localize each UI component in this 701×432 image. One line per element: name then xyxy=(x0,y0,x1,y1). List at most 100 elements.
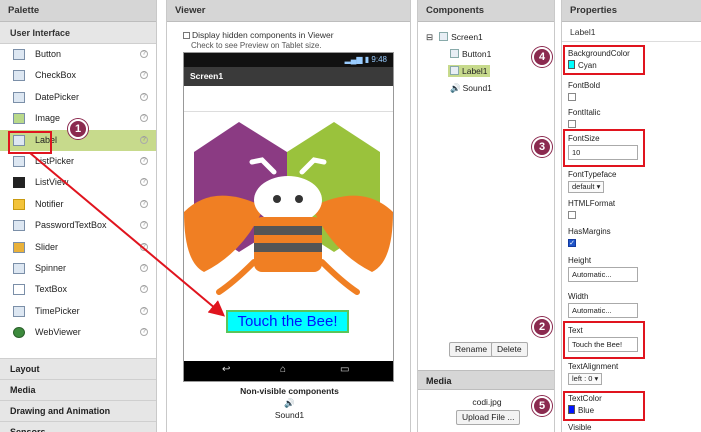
category-sensors[interactable]: Sensors xyxy=(0,421,156,432)
speaker-icon[interactable]: 🔊 xyxy=(167,398,410,409)
palette-item-spinner[interactable]: Spinner? xyxy=(0,258,156,279)
has-margins-checkbox[interactable]: ✓ xyxy=(568,239,576,247)
help-icon[interactable]: ? xyxy=(140,199,148,208)
prop-label: Visible xyxy=(568,423,592,432)
palette-item-slider[interactable]: Slider? xyxy=(0,237,156,258)
speaker-icon: 🔊 xyxy=(450,83,461,93)
media-header: Media xyxy=(418,370,554,390)
help-icon[interactable]: ? xyxy=(140,92,148,101)
html-format-checkbox[interactable] xyxy=(568,211,576,219)
upload-file-button[interactable]: Upload File ... xyxy=(456,410,521,425)
body-stripe-2 xyxy=(254,243,322,252)
highlight-box-2 xyxy=(563,321,645,359)
help-icon[interactable]: ? xyxy=(140,285,148,294)
font-typeface-select[interactable]: default ▾ xyxy=(568,181,605,193)
highlight-box-3 xyxy=(563,129,645,167)
category-media[interactable]: Media xyxy=(0,379,156,401)
phone-status-bar: ▂▄▆ ▮ 9:48 xyxy=(184,53,393,67)
font-italic-checkbox[interactable] xyxy=(568,120,576,128)
category-layout[interactable]: Layout xyxy=(0,358,156,380)
help-icon[interactable]: ? xyxy=(140,221,148,230)
properties-header: Properties xyxy=(562,0,701,22)
components-panel: Components ⊟ Screen1 Button1 Label1 🔊 Soun… xyxy=(417,0,555,432)
home-icon[interactable]: ⌂ xyxy=(280,364,286,375)
palette-item-label: WebViewer xyxy=(35,327,81,338)
palette-item-listview[interactable]: ListView? xyxy=(0,172,156,193)
image-icon xyxy=(13,113,25,125)
non-visible-title: Non-visible components xyxy=(240,386,339,396)
collapse-icon[interactable]: ⊟ xyxy=(426,32,433,42)
back-icon[interactable]: ↩ xyxy=(222,364,230,375)
help-icon[interactable]: ? xyxy=(140,178,148,187)
palette-item-label: PasswordTextBox xyxy=(35,220,107,231)
phone-nav-bar: ↩ ⌂ ▭ xyxy=(184,361,393,381)
width-input[interactable]: Automatic... xyxy=(568,303,638,318)
step-badge-1: 1 xyxy=(68,119,88,139)
highlight-box-4 xyxy=(563,45,645,75)
hidden-components-checkbox[interactable]: Display hidden components in Viewer xyxy=(183,30,334,40)
help-icon[interactable]: ? xyxy=(140,50,148,58)
selected-component-name: Label1 xyxy=(562,22,701,42)
tree-item-button1[interactable]: Button1 xyxy=(450,49,491,59)
tablet-preview-hint: Check to see Preview on Tablet size. xyxy=(191,41,322,50)
palette-item-label: TimePicker xyxy=(35,305,80,316)
step-badge-5: 5 xyxy=(532,396,552,416)
delete-button[interactable]: Delete xyxy=(491,342,528,357)
palette-item-label: ListPicker xyxy=(35,155,75,166)
category-drawing-animation[interactable]: Drawing and Animation xyxy=(0,400,156,422)
prop-label: TextAlignment xyxy=(568,362,619,371)
palette-item-checkbox[interactable]: CheckBox? xyxy=(0,65,156,86)
category-user-interface[interactable]: User Interface xyxy=(0,22,156,44)
palette-item-notifier[interactable]: Notifier? xyxy=(0,194,156,215)
font-bold-checkbox[interactable] xyxy=(568,93,576,101)
prop-width: Width Automatic... xyxy=(568,292,638,318)
text-alignment-select[interactable]: left : 0 ▾ xyxy=(568,373,603,385)
label-icon xyxy=(450,66,459,75)
prop-label: Width xyxy=(568,292,589,301)
button-icon xyxy=(13,49,25,60)
rename-button[interactable]: Rename xyxy=(449,342,494,357)
tree-item-sound1[interactable]: 🔊 Sound1 xyxy=(450,83,492,94)
step-badge-2: 2 xyxy=(532,317,552,337)
warning-icon xyxy=(13,198,25,210)
palette-item-label: Slider xyxy=(35,241,59,252)
non-visible-sound1[interactable]: Sound1 xyxy=(167,410,410,420)
help-icon[interactable]: ? xyxy=(140,263,148,272)
palette-item-webviewer[interactable]: WebViewer? xyxy=(0,322,156,343)
tree-item-label1[interactable]: Label1 xyxy=(448,65,490,77)
palette-item-passwordtextbox[interactable]: PasswordTextBox? xyxy=(0,215,156,236)
help-icon[interactable]: ? xyxy=(140,328,148,337)
help-icon[interactable]: ? xyxy=(140,306,148,315)
prop-label: HTMLFormat xyxy=(568,199,616,208)
height-input[interactable]: Automatic... xyxy=(568,267,638,282)
palette-item-timepicker[interactable]: TimePicker? xyxy=(0,301,156,322)
tree-item-label: Sound1 xyxy=(462,83,492,93)
globe-icon xyxy=(13,327,25,339)
palette-item-listpicker[interactable]: ListPicker? xyxy=(0,151,156,172)
viewer-panel: Viewer Display hidden components in View… xyxy=(166,0,411,432)
help-icon[interactable]: ? xyxy=(140,135,148,144)
label1-preview[interactable]: Touch the Bee! xyxy=(226,310,349,333)
help-icon[interactable]: ? xyxy=(140,71,148,80)
recent-apps-icon[interactable]: ▭ xyxy=(340,364,349,375)
prop-font-italic: FontItalic xyxy=(568,108,600,128)
prop-visible: Visible xyxy=(568,423,591,432)
prop-label: HasMargins xyxy=(568,227,611,236)
screen-icon xyxy=(439,32,449,41)
textbox-icon xyxy=(13,284,25,296)
tree-item-screen1[interactable]: ⊟ Screen1 xyxy=(426,32,483,43)
button1-preview[interactable] xyxy=(184,86,393,112)
prop-font-bold: FontBold xyxy=(568,81,600,101)
help-icon[interactable]: ? xyxy=(140,156,148,165)
bee-image[interactable] xyxy=(184,112,393,302)
palette-list: Button? CheckBox? DatePicker? Image? Lab… xyxy=(0,44,156,344)
highlight-box-5 xyxy=(563,391,645,421)
checkbox-icon[interactable] xyxy=(183,32,190,39)
palette-item-textbox[interactable]: TextBox? xyxy=(0,279,156,300)
palette-item-datepicker[interactable]: DatePicker? xyxy=(0,87,156,108)
palette-item-button[interactable]: Button? xyxy=(0,44,156,65)
help-icon[interactable]: ? xyxy=(140,114,148,123)
palette-item-label: CheckBox xyxy=(35,70,77,81)
calendar-icon xyxy=(13,91,25,103)
help-icon[interactable]: ? xyxy=(140,242,148,251)
